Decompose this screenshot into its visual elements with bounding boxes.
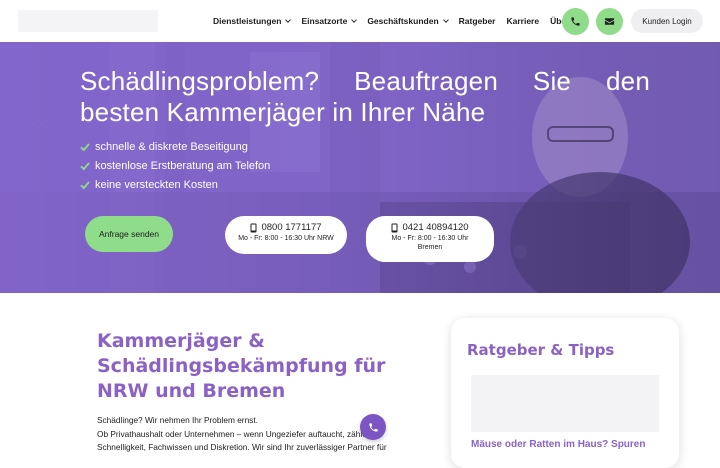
benefit-item: keine versteckten Kosten [80, 175, 270, 194]
nav-item-label: Dienstleistungen [213, 16, 282, 26]
card-title: Ratgeber & Tipps [467, 341, 615, 359]
nav-item-label: Ratgeber [458, 16, 496, 26]
envelope-icon [604, 18, 615, 25]
nav-item-label: Geschäftskunden [367, 16, 439, 26]
phone-number: 0421 40894120 [402, 222, 469, 233]
phone-hours: Mo - Fr: 8:00 - 16:30 Uhr NRW [238, 235, 334, 242]
ratgeber-card: Ratgeber & Tipps Mäuse oder Ratten im Ha… [451, 318, 679, 468]
check-icon [80, 180, 90, 189]
nav-item-karriere[interactable]: Karriere [506, 16, 539, 26]
phone-icon [571, 17, 580, 26]
main-nav: Dienstleistungen Einsatzorte Geschäftsku… [213, 0, 598, 42]
article-link[interactable]: Mäuse oder Ratten im Haus? Spuren [471, 439, 645, 450]
logo[interactable] [18, 10, 158, 32]
nav-item-ratgeber[interactable]: Ratgeber [459, 16, 496, 26]
benefit-item: kostenlose Erstberatung am Telefon [80, 156, 270, 175]
intro-line: Schnelligkeit, Fachwissen und Diskretion… [97, 442, 387, 452]
nav-item-label: Karriere [506, 16, 540, 26]
nav-item-dienstleistungen[interactable]: Dienstleistungen [213, 16, 292, 26]
site-header: Dienstleistungen Einsatzorte Geschäftsku… [0, 0, 720, 42]
intro-line: Ob Privathaushalt oder Unternehmen – wen… [97, 428, 372, 439]
chevron-down-icon [351, 16, 358, 23]
nav-item-einsatzorte[interactable]: Einsatzorte [301, 16, 358, 26]
benefit-label: schnelle & diskrete Beseitigung [95, 140, 248, 153]
mail-button[interactable] [596, 8, 623, 35]
nav-item-label: Einsatzorte [301, 16, 348, 26]
article-image[interactable] [471, 375, 659, 432]
call-button[interactable] [562, 8, 589, 35]
benefit-list: schnelle & diskrete Beseitigung kostenlo… [80, 137, 270, 194]
chevron-down-icon [442, 16, 449, 23]
intro-text: Schädlinge? Wir nehmen Ihr Problem ernst… [97, 414, 392, 455]
hero-title: Schädlingsproblem? Beauftragen Sie den b… [80, 66, 650, 127]
chevron-down-icon [285, 16, 292, 23]
mobile-phone-icon [391, 223, 398, 232]
check-icon [80, 161, 90, 170]
phone-button-bremen[interactable]: 0421 40894120 Mo - Fr: 8:00 - 16:30 Uhr … [366, 216, 494, 262]
benefit-label: keine versteckten Kosten [95, 178, 218, 191]
nav-item-geschaeftskunden[interactable]: Geschäftskunden [367, 16, 449, 26]
phone-button-nrw[interactable]: 0800 1771177 Mo - Fr: 8:00 - 16:30 Uhr N… [225, 216, 347, 254]
login-button[interactable]: Kunden Login [631, 9, 703, 33]
floating-call-button[interactable] [360, 414, 386, 440]
request-button[interactable]: Anfrage senden [85, 216, 173, 252]
hero: Schädlingsproblem? Beauftragen Sie den b… [0, 42, 720, 293]
phone-icon [368, 422, 378, 432]
benefit-label: kostenlose Erstberatung am Telefon [95, 159, 271, 172]
benefit-item: schnelle & diskrete Beseitigung [80, 137, 270, 156]
phone-number: 0800 1771177 [261, 222, 322, 233]
mobile-phone-icon [250, 223, 257, 232]
phone-hours: Mo - Fr: 8:00 - 16:30 Uhr Bremen [391, 235, 469, 251]
intro-line: Schädlinge? Wir nehmen Ihr Problem ernst… [97, 415, 258, 425]
check-icon [80, 142, 90, 151]
section-title: Kammerjäger & Schädlingsbekämpfung für N… [97, 330, 386, 402]
